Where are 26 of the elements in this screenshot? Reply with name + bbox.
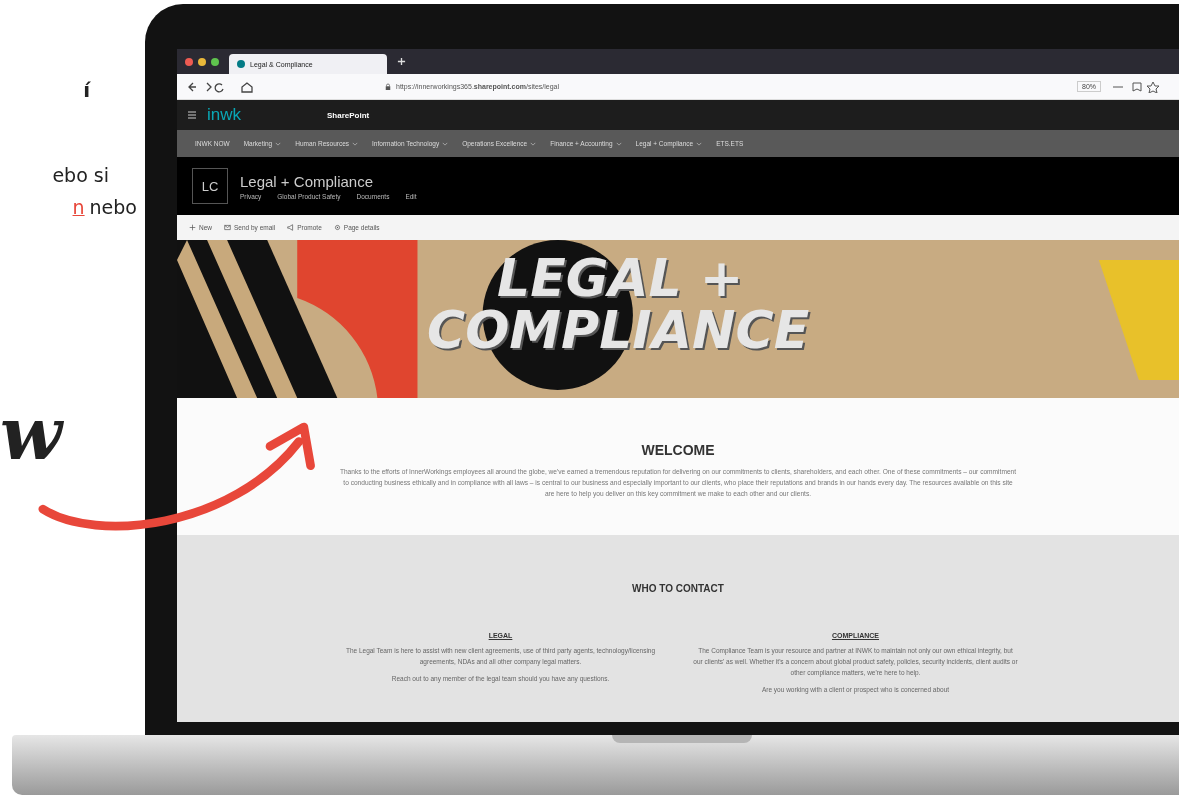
lock-icon [385,82,391,91]
site-logo[interactable]: LC [192,168,228,204]
caret-icon [696,141,703,146]
toolbar-icons[interactable] [1111,80,1161,93]
caret-icon [442,141,449,146]
app-name[interactable]: SharePoint [327,110,370,120]
caret-icon [530,141,537,146]
caret-icon [275,141,282,146]
menu-icon[interactable] [187,110,197,120]
caret-icon [615,141,622,146]
section-title: WELCOME [641,442,715,458]
text-fragment: nebo [89,196,137,218]
text-fragment: ebo si [52,164,109,186]
heading-fragment: í [83,78,90,102]
new-tab-icon[interactable] [397,57,406,66]
plus-icon [189,224,196,231]
link-fragment[interactable]: n [72,196,85,218]
caret-icon [352,141,359,146]
envelope-icon [224,224,231,231]
gear-icon [333,224,341,231]
script-letter: w [0,398,65,470]
site-title[interactable]: Legal + Compliance [240,172,417,190]
megaphone-icon [287,224,295,231]
company-logo[interactable]: inwk [207,105,317,125]
window-controls-icon[interactable] [185,57,219,66]
section-title: WHO TO CONTACT [632,583,724,594]
